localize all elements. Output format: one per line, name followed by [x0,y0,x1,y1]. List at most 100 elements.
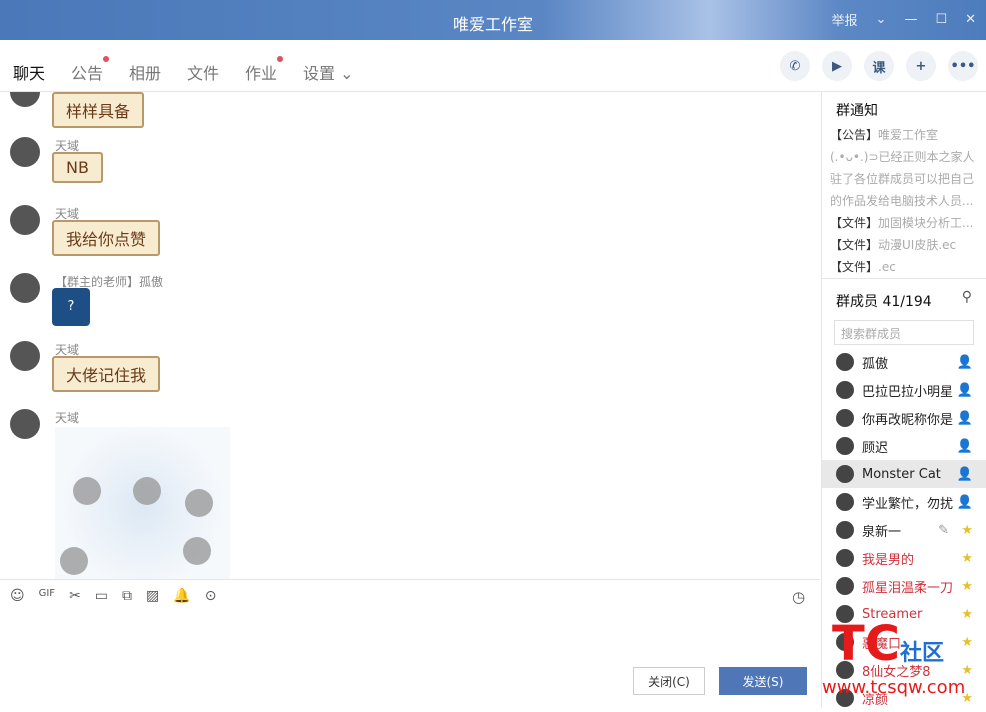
more-icon[interactable]: ⊙ [205,588,217,607]
avatar [836,381,854,399]
image-message[interactable]: ? [52,288,90,326]
member-item[interactable]: 孤星泪温柔一刀 ★ [822,572,986,600]
member-name: Monster Cat [862,466,941,482]
avatar[interactable] [10,409,40,439]
unread-dot [277,56,284,62]
image-icon[interactable]: ▨ [146,588,159,607]
member-name: 学业繁忙，勿扰 [862,496,954,512]
image-bubble [60,547,88,575]
member-name: 巴拉巴拉小明星 [862,384,954,400]
avatar [836,549,854,567]
notice-tag: 【文件】 [830,238,879,252]
image-message[interactable] [55,427,230,579]
notice-item[interactable]: 【文件】动漫UI皮肤.ec [822,234,986,256]
member-name: 我是男的 [862,552,915,568]
member-item[interactable]: 顾迟 👤 [822,432,986,460]
member-item[interactable]: 学业繁忙，勿扰 👤 [822,488,986,516]
sender-name: 天域 [55,411,80,425]
notice-item[interactable]: 【文件】加固模块分析工... [822,212,986,234]
chevron-down-icon[interactable]: ⌄ [876,12,887,27]
avatar [836,353,854,371]
member-item[interactable]: Monster Cat 👤 [822,460,986,488]
title-bar: 唯爱工作室 举报 ⌄ — ☐ ✕ [0,0,986,40]
admin-icon: 👤 [956,382,973,398]
tab-1[interactable]: 公告 [71,56,110,84]
member-item[interactable]: 巴拉巴拉小明星 👤 [822,376,986,404]
avatar [836,465,854,483]
text-bubble: 大佬记住我 [52,356,161,392]
tab-5[interactable]: 设置 ⌄ [303,60,354,84]
avatar[interactable] [10,273,40,303]
member-item[interactable]: 你再改昵称你是 👤 [822,404,986,432]
avatar [836,521,854,539]
scissors-icon[interactable]: ✂ [69,588,81,607]
tab-4[interactable]: 作业 [245,56,284,84]
notice-title: 群通知 [836,103,878,119]
image-bubble [183,537,211,565]
notice-text: 加固模块分析工... [878,216,974,230]
star-icon: ★ [961,522,973,538]
maximize-icon[interactable]: ☐ [935,12,947,27]
member-item[interactable]: 孤傲 👤 [822,348,986,376]
star-icon: ★ [961,578,973,594]
member-item[interactable]: 泉新一 ✎ ★ [822,516,986,544]
image-bubble [185,489,213,517]
avatar[interactable] [10,137,40,167]
notice-item[interactable]: 【文件】.ec [822,256,986,278]
gif-icon[interactable]: GIF [39,588,55,607]
image-bubble [133,477,161,505]
avatar [836,493,854,511]
avatar[interactable] [10,205,40,235]
search-icon[interactable]: ⚲ [962,289,972,305]
avatar [836,409,854,427]
tab-2[interactable]: 相册 [129,60,161,84]
clock-icon[interactable]: ◷ [792,588,805,606]
text-bubble: NB [52,152,103,183]
notice-text: .ec [878,260,896,274]
class-icon[interactable]: 课 [864,51,894,81]
text-bubble: 我给你点赞 [52,220,161,256]
image-bubble [73,477,101,505]
member-name: 你再改昵称你是 [862,412,954,428]
admin-icon: 👤 [956,438,973,454]
chat-area[interactable]: 样样具备 天域 NB 天域 我给你点赞 【群主的老师】孤傲? 天域 大佬记住我 天域 [0,92,820,579]
notice-item[interactable]: 【公告】唯爱工作室(.•ᴗ•.)⊃已经正则本之家人驻了各位群成员可以把自己的作品… [822,124,986,212]
phone-icon[interactable]: ✆ [780,51,810,81]
star-icon: ★ [961,550,973,566]
notice-tag: 【文件】 [830,216,879,230]
avatar[interactable] [10,341,40,371]
text-bubble: 样样具备 [52,92,145,128]
report-link[interactable]: 举报 [832,10,858,29]
admin-icon: 👤 [956,354,973,370]
more-icon[interactable]: ••• [948,51,978,81]
avatar [836,437,854,455]
tab-bar: 聊天 公告 相册 文件 作业 设置 ⌄ ✆ ▶ 课 + ••• [0,40,986,92]
bell-icon[interactable]: 🔔 [173,588,190,607]
avatar[interactable] [10,92,40,107]
add-app-icon[interactable]: + [906,51,936,81]
unread-dot [103,56,110,62]
minimize-icon[interactable]: — [904,12,917,27]
admin-icon: 👤 [956,494,973,510]
member-name: 顾迟 [862,440,889,456]
member-name: 泉新一 [862,524,902,540]
input-toolbar: ☺ GIF ✂ ▭ ⧉ ▨ 🔔 ⊙ [0,579,820,615]
member-search-input[interactable]: 搜索群成员 [834,320,974,345]
notice-tag: 【文件】 [830,260,879,274]
avatar [836,577,854,595]
notice-tag: 【公告】 [830,128,879,142]
send-button[interactable]: 发送(S) [719,667,807,695]
member-name: 孤星泪温柔一刀 [862,580,954,596]
tab-0[interactable]: 聊天 [13,60,45,84]
close-button[interactable]: 关闭(C) [633,667,705,695]
close-icon[interactable]: ✕ [965,12,976,27]
video-icon[interactable]: ▶ [822,51,852,81]
pencil-icon[interactable]: ✎ [938,523,949,538]
admin-icon: 👤 [956,466,973,482]
admin-icon: 👤 [956,410,973,426]
folder-icon[interactable]: ▭ [95,588,108,607]
tab-3[interactable]: 文件 [187,60,219,84]
emoji-icon[interactable]: ☺ [10,588,25,607]
member-item[interactable]: 我是男的 ★ [822,544,986,572]
screenshot-icon[interactable]: ⧉ [122,588,132,607]
